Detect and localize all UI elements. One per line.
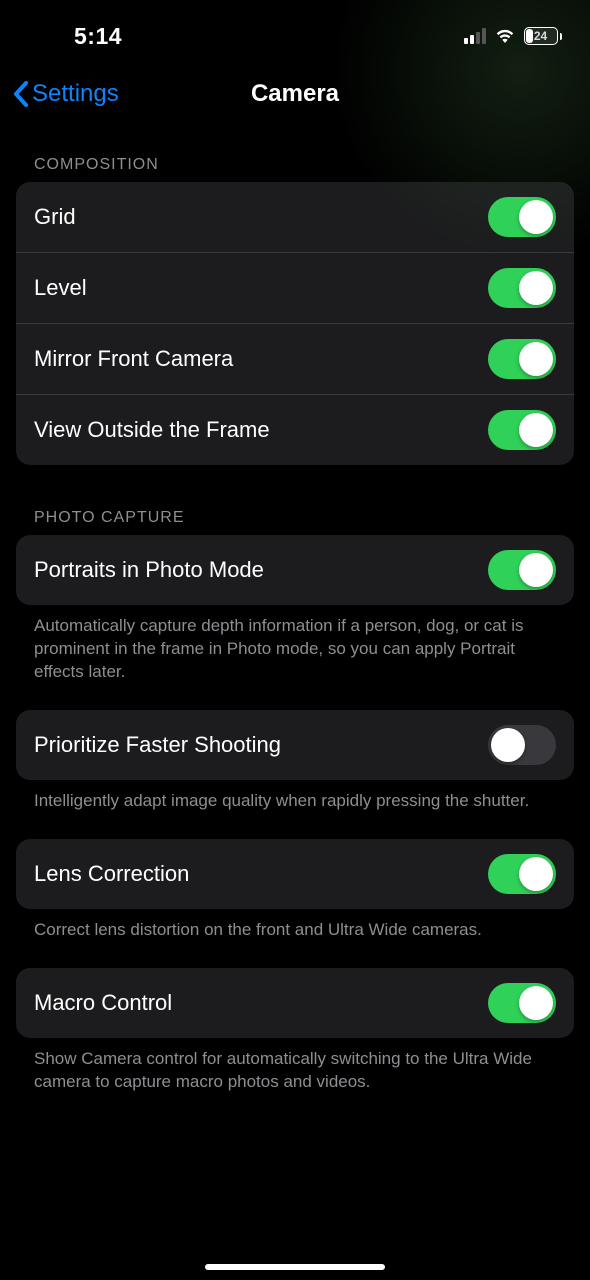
row-label: Portraits in Photo Mode [34,557,264,583]
section-header-photo-capture: Photo Capture [16,465,574,535]
wifi-icon [494,28,516,44]
row-lens-correction: Lens Correction [16,839,574,909]
row-label: Prioritize Faster Shooting [34,732,281,758]
row-label: View Outside the Frame [34,417,270,443]
page-title: Camera [251,80,339,108]
toggle-macro-control[interactable] [488,983,556,1023]
section-header-composition: Composition [16,132,574,182]
battery-percentage: 24 [534,29,547,43]
macro-group: Macro Control [16,968,574,1038]
footer-prioritize: Intelligently adapt image quality when r… [16,780,574,813]
toggle-portraits-photo-mode[interactable] [488,550,556,590]
footer-macro: Show Camera control for automatically sw… [16,1038,574,1094]
chevron-left-icon [12,80,30,108]
nav-bar: Settings Camera [0,62,590,132]
footer-lens: Correct lens distortion on the front and… [16,909,574,942]
back-label: Settings [32,80,119,108]
row-label: Macro Control [34,990,172,1016]
status-indicators: 24 [464,27,563,45]
row-portraits-photo-mode: Portraits in Photo Mode [16,535,574,605]
lens-group: Lens Correction [16,839,574,909]
toggle-lens-correction[interactable] [488,854,556,894]
cellular-signal-icon [464,28,486,44]
portraits-group: Portraits in Photo Mode [16,535,574,605]
composition-group: Grid Level Mirror Front Camera View Outs… [16,182,574,465]
row-grid: Grid [16,182,574,252]
row-macro-control: Macro Control [16,968,574,1038]
toggle-grid[interactable] [488,197,556,237]
row-label: Grid [34,204,76,230]
home-indicator[interactable] [205,1264,385,1270]
status-time: 5:14 [74,23,122,50]
row-prioritize-faster-shooting: Prioritize Faster Shooting [16,710,574,780]
toggle-level[interactable] [488,268,556,308]
content-scroll[interactable]: Composition Grid Level Mirror Front Came… [0,132,590,1094]
row-label: Lens Correction [34,861,189,887]
row-view-outside-frame: View Outside the Frame [16,394,574,465]
row-label: Mirror Front Camera [34,346,233,372]
toggle-view-outside-frame[interactable] [488,410,556,450]
prioritize-group: Prioritize Faster Shooting [16,710,574,780]
row-level: Level [16,252,574,323]
row-mirror-front-camera: Mirror Front Camera [16,323,574,394]
toggle-mirror-front-camera[interactable] [488,339,556,379]
toggle-prioritize-faster-shooting[interactable] [488,725,556,765]
row-label: Level [34,275,87,301]
status-bar: 5:14 24 [0,0,590,62]
footer-portraits: Automatically capture depth information … [16,605,574,684]
back-button[interactable]: Settings [12,80,119,108]
battery-icon: 24 [524,27,563,45]
